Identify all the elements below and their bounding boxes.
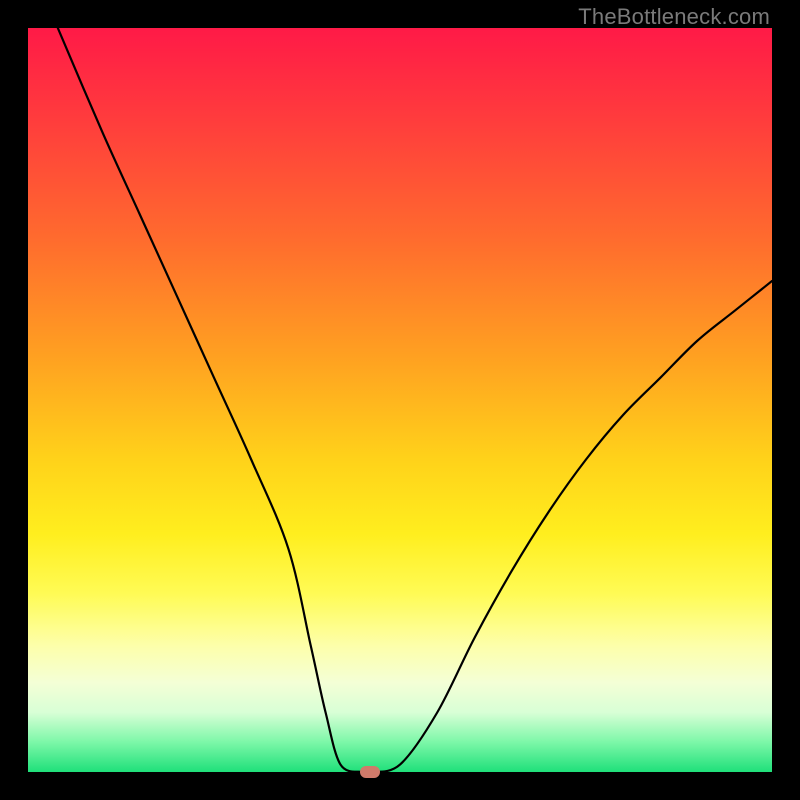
watermark-text: TheBottleneck.com	[578, 4, 770, 30]
plot-area	[28, 28, 772, 772]
outer-frame: TheBottleneck.com	[0, 0, 800, 800]
curve-svg	[28, 28, 772, 772]
optimal-point-marker	[360, 766, 380, 778]
bottleneck-curve	[58, 28, 772, 772]
